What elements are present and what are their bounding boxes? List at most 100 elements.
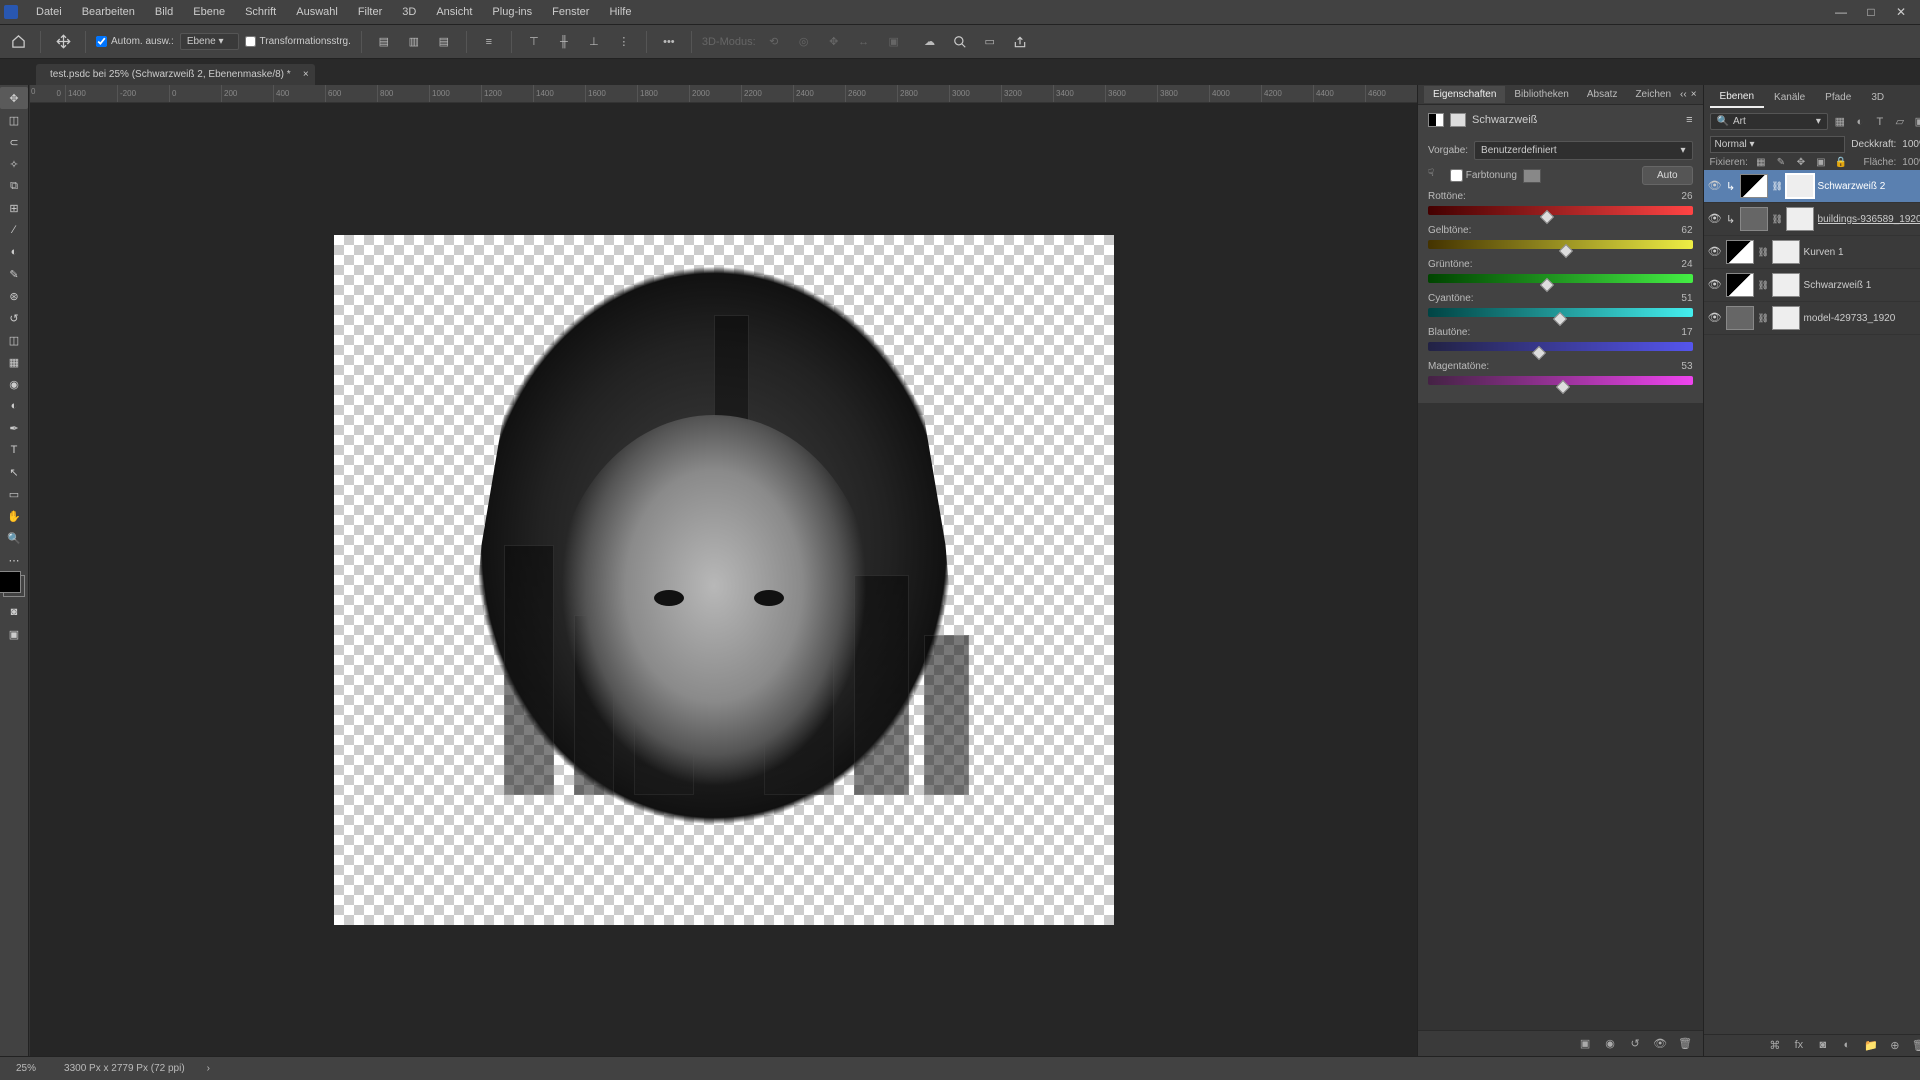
layer-style-icon[interactable]: fx bbox=[1792, 1039, 1806, 1052]
menu-bild[interactable]: Bild bbox=[145, 2, 183, 22]
layers-tab-kanäle[interactable]: Kanäle bbox=[1764, 88, 1815, 107]
menu-ansicht[interactable]: Ansicht bbox=[426, 2, 482, 22]
lock-artboard-icon[interactable]: ▣ bbox=[1814, 157, 1828, 168]
close-tab-icon[interactable]: × bbox=[303, 69, 309, 80]
menu-filter[interactable]: Filter bbox=[348, 2, 392, 22]
move-tool-icon[interactable] bbox=[51, 30, 75, 54]
close-button[interactable]: ✕ bbox=[1886, 3, 1916, 21]
layer-mask-icon[interactable]: ◙ bbox=[1816, 1039, 1830, 1052]
blur-tool[interactable]: ◉ bbox=[0, 373, 28, 395]
new-group-icon[interactable]: 📁 bbox=[1864, 1039, 1878, 1052]
eyedropper-tool[interactable]: ∕ bbox=[0, 219, 28, 241]
layer-row[interactable]: 👁⛓Schwarzweiß 1 bbox=[1704, 269, 1920, 302]
align-center-h-icon[interactable]: ▥ bbox=[402, 30, 426, 54]
slider-rottöne[interactable]: Rottöne:26 bbox=[1428, 191, 1693, 215]
quickmask-icon[interactable]: ◙ bbox=[0, 601, 28, 623]
delete-layer-icon[interactable]: 🗑 bbox=[1912, 1039, 1920, 1052]
search-icon[interactable] bbox=[948, 30, 972, 54]
distribute-v-icon[interactable]: ⋮ bbox=[612, 30, 636, 54]
workspace-icon[interactable]: ▭ bbox=[978, 30, 1002, 54]
close-panel-icon[interactable]: × bbox=[1691, 89, 1697, 100]
layers-tab-ebenen[interactable]: Ebenen bbox=[1710, 87, 1764, 108]
auto-button[interactable]: Auto bbox=[1642, 166, 1693, 185]
slider-grüntöne[interactable]: Grüntöne:24 bbox=[1428, 259, 1693, 283]
crop-tool[interactable]: ⧉ bbox=[0, 175, 28, 197]
layer-row[interactable]: 👁 ⛓ Kurven 1 bbox=[1704, 236, 1920, 269]
slider-cyantöne[interactable]: Cyantöne:51 bbox=[1428, 293, 1693, 317]
properties-tab-eigenschaften[interactable]: Eigenschaften bbox=[1424, 86, 1505, 103]
lock-position-icon[interactable]: ✥ bbox=[1794, 157, 1808, 168]
menu-hilfe[interactable]: Hilfe bbox=[599, 2, 641, 22]
lasso-tool[interactable]: ⊂ bbox=[0, 131, 28, 153]
lock-image-icon[interactable]: ✎ bbox=[1774, 157, 1788, 168]
blend-mode-dropdown[interactable]: Normal ▾ bbox=[1710, 136, 1846, 153]
document-tab[interactable]: test.psdc bei 25% (Schwarzweiß 2, Ebenen… bbox=[36, 64, 315, 85]
layer-thumbnail[interactable] bbox=[1726, 240, 1754, 264]
lock-transparency-icon[interactable]: ▦ bbox=[1754, 157, 1768, 168]
menu-fenster[interactable]: Fenster bbox=[542, 2, 599, 22]
edit-toolbar-icon[interactable]: ⋯ bbox=[0, 549, 28, 571]
layer-thumbnail[interactable] bbox=[1726, 306, 1754, 330]
tint-color-swatch[interactable] bbox=[1523, 169, 1541, 183]
zoom-level[interactable]: 25% bbox=[10, 1061, 42, 1076]
more-options-icon[interactable]: ••• bbox=[657, 30, 681, 54]
menu-plug-ins[interactable]: Plug-ins bbox=[482, 2, 542, 22]
menu-datei[interactable]: Datei bbox=[26, 2, 72, 22]
layer-mask-thumbnail[interactable] bbox=[1772, 273, 1800, 297]
layer-name[interactable]: Schwarzweiß 2 bbox=[1818, 181, 1886, 192]
layer-thumbnail[interactable] bbox=[1726, 273, 1754, 297]
layer-name[interactable]: Kurven 1 bbox=[1804, 247, 1844, 258]
mask-link-icon[interactable]: ⛓ bbox=[1772, 214, 1782, 225]
properties-tab-absatz[interactable]: Absatz bbox=[1578, 86, 1627, 103]
layer-thumbnail[interactable] bbox=[1740, 174, 1768, 198]
layer-mask-thumbnail[interactable] bbox=[1772, 306, 1800, 330]
collapse-panel-icon[interactable]: ‹‹ bbox=[1680, 89, 1687, 100]
frame-tool[interactable]: ⊞ bbox=[0, 197, 28, 219]
reset-icon[interactable]: ↺ bbox=[1628, 1037, 1643, 1050]
move-tool[interactable]: ✥ bbox=[0, 87, 28, 109]
filter-smart-icon[interactable]: ▣ bbox=[1912, 114, 1920, 130]
dodge-tool[interactable]: ◐ bbox=[0, 395, 28, 417]
mask-link-icon[interactable]: ⛓ bbox=[1772, 181, 1782, 192]
mask-link-icon[interactable]: ⛓ bbox=[1758, 247, 1768, 258]
opacity-value[interactable]: 100% bbox=[1902, 139, 1920, 150]
canvas-viewport[interactable] bbox=[30, 103, 1417, 1056]
tint-checkbox[interactable]: Farbtonung bbox=[1450, 169, 1517, 182]
filter-pixel-icon[interactable]: ▦ bbox=[1832, 114, 1848, 130]
share-icon[interactable] bbox=[1008, 30, 1032, 54]
document-info[interactable]: 3300 Px x 2779 Px (72 ppi) bbox=[58, 1061, 191, 1076]
transform-controls-checkbox[interactable]: Transformationsstrg. bbox=[245, 36, 351, 47]
clip-to-layer-icon[interactable]: ▣ bbox=[1578, 1037, 1593, 1050]
auto-select-dropdown[interactable]: Ebene ▾ bbox=[180, 33, 239, 50]
marquee-tool[interactable]: ◫ bbox=[0, 109, 28, 131]
properties-tab-bibliotheken[interactable]: Bibliotheken bbox=[1505, 86, 1577, 103]
layers-tab-pfade[interactable]: Pfade bbox=[1815, 88, 1861, 107]
cloud-docs-icon[interactable]: ☁ bbox=[918, 30, 942, 54]
layer-visibility-icon[interactable]: 👁 bbox=[1708, 212, 1722, 226]
toggle-visibility-icon[interactable]: 👁 bbox=[1653, 1037, 1668, 1050]
mask-link-icon[interactable]: ⛓ bbox=[1758, 280, 1768, 291]
maximize-button[interactable]: □ bbox=[1856, 3, 1886, 21]
layer-row[interactable]: 👁⛓model-429733_1920 bbox=[1704, 302, 1920, 335]
filter-adjust-icon[interactable]: ◐ bbox=[1852, 114, 1868, 130]
layer-thumbnail[interactable] bbox=[1740, 207, 1768, 231]
magic-wand-tool[interactable]: ✧ bbox=[0, 153, 28, 175]
zoom-tool[interactable]: 🔍 bbox=[0, 527, 28, 549]
layer-visibility-icon[interactable]: 👁 bbox=[1708, 179, 1722, 193]
pen-tool[interactable]: ✒ bbox=[0, 417, 28, 439]
slider-magentatöne[interactable]: Magentatöne:53 bbox=[1428, 361, 1693, 385]
foreground-background-colors[interactable] bbox=[3, 575, 25, 597]
layer-name[interactable]: buildings-936589_1920... bbox=[1818, 214, 1920, 225]
auto-select-checkbox[interactable]: Autom. ausw.: bbox=[96, 36, 174, 47]
layer-row[interactable]: 👁↳⛓Schwarzweiß 2 bbox=[1704, 170, 1920, 203]
layer-row[interactable]: 👁↳⛓buildings-936589_1920... bbox=[1704, 203, 1920, 236]
panel-menu-icon[interactable]: ≡ bbox=[1686, 114, 1692, 126]
lock-all-icon[interactable]: 🔒 bbox=[1834, 157, 1848, 168]
layer-visibility-icon[interactable]: 👁 bbox=[1708, 245, 1722, 259]
layer-mask-thumbnail[interactable] bbox=[1786, 207, 1814, 231]
mask-link-icon[interactable]: ⛓ bbox=[1758, 313, 1768, 324]
preset-dropdown[interactable]: Benutzerdefiniert▾ bbox=[1474, 141, 1693, 160]
layer-name[interactable]: model-429733_1920 bbox=[1804, 313, 1896, 324]
align-center-v-icon[interactable]: ╫ bbox=[552, 30, 576, 54]
layer-name[interactable]: Schwarzweiß 1 bbox=[1804, 280, 1872, 291]
